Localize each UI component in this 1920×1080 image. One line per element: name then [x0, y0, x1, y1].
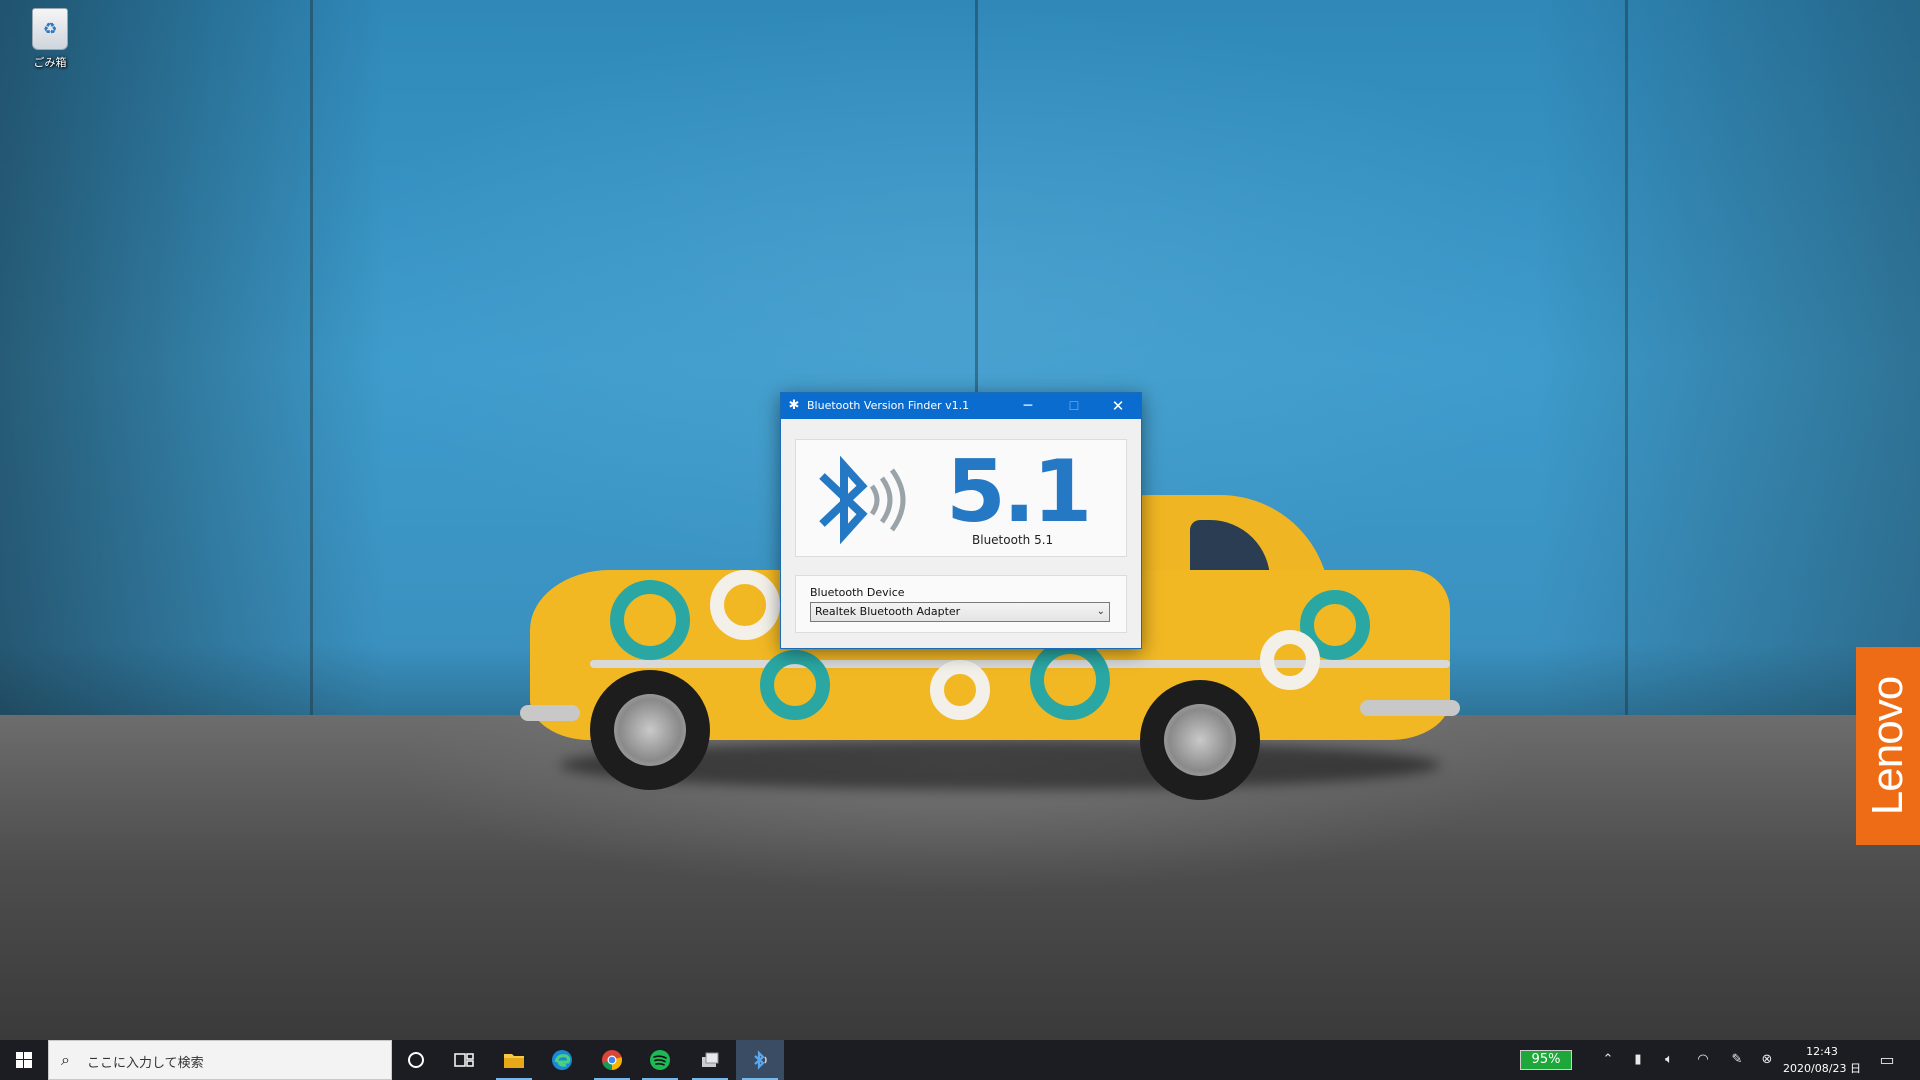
chrome-button[interactable]	[588, 1040, 636, 1080]
car-ring-decoration	[610, 580, 690, 660]
car-wheel	[1140, 680, 1260, 800]
recycle-bin-icon: ♻	[32, 8, 68, 50]
clock-time: 12:43	[1806, 1045, 1838, 1058]
clock-date: 2020/08/23 日	[1783, 1062, 1861, 1075]
pen-icon[interactable]: ✎	[1726, 1051, 1748, 1069]
volume-icon[interactable]: 🔈︎	[1658, 1051, 1680, 1069]
status-icon[interactable]: ⊗	[1758, 1051, 1776, 1069]
device-select[interactable]: Realtek Bluetooth Adapter ⌄	[810, 602, 1110, 622]
file-explorer-icon	[504, 1054, 524, 1068]
chevron-down-icon: ⌄	[1096, 606, 1105, 617]
bluetooth-version-number: 5.1	[946, 442, 1092, 542]
wall-seam	[310, 0, 313, 720]
window-title: Bluetooth Version Finder v1.1	[807, 399, 970, 412]
car-bumper	[520, 705, 580, 721]
car-ring-decoration	[1030, 640, 1110, 720]
title-bar[interactable]: ✱ Bluetooth Version Finder v1.1 ─ ☐ ✕	[781, 393, 1141, 419]
usb-icon[interactable]: ▮	[1628, 1051, 1648, 1069]
file-explorer-button[interactable]	[490, 1040, 538, 1080]
close-button[interactable]: ✕	[1095, 393, 1141, 419]
taskbar: ⌕ ここに入力して検索 95% ⌃ ▮ 🔈︎ ◠ ✎ ⊗ 12:43 2020/…	[0, 1040, 1920, 1080]
taskbar-clock[interactable]: 12:43 2020/08/23 日	[1778, 1043, 1866, 1077]
device-label: Bluetooth Device	[810, 586, 905, 599]
device-select-value: Realtek Bluetooth Adapter	[815, 605, 961, 618]
car-trim	[590, 660, 1450, 668]
car-ring-decoration	[760, 650, 830, 720]
car-ring-decoration	[710, 570, 780, 640]
lenovo-logo: Lenovo	[1856, 647, 1920, 845]
task-view-button[interactable]	[440, 1040, 488, 1080]
edge-icon	[552, 1050, 572, 1070]
spotify-button[interactable]	[636, 1040, 684, 1080]
chrome-icon	[602, 1050, 622, 1070]
start-button[interactable]	[0, 1040, 48, 1080]
car-wheel	[590, 670, 710, 790]
app-icon	[702, 1052, 719, 1067]
edge-button[interactable]	[538, 1040, 586, 1080]
bluetooth-version-finder-window: ✱ Bluetooth Version Finder v1.1 ─ ☐ ✕ 5.…	[780, 392, 1142, 649]
search-icon: ⌕	[61, 1050, 70, 1069]
taskbar-search-box[interactable]: ⌕ ここに入力して検索	[48, 1040, 392, 1080]
car-ring-decoration	[930, 660, 990, 720]
wall-seam	[1625, 0, 1628, 720]
cortana-button[interactable]	[392, 1040, 440, 1080]
recycle-bin-shortcut[interactable]: ♻ ごみ箱	[22, 8, 78, 78]
bluetooth-app-icon: ✱	[788, 398, 800, 413]
bluetooth-signal-icon	[819, 455, 906, 545]
notification-center-icon[interactable]: ▭	[1876, 1050, 1898, 1070]
battery-indicator[interactable]: 95%	[1520, 1050, 1572, 1070]
car-bumper	[1360, 700, 1460, 716]
bluetooth-finder-icon	[754, 1050, 767, 1070]
cortana-icon	[408, 1052, 424, 1068]
recycle-bin-label: ごみ箱	[33, 56, 67, 69]
car-ring-decoration	[1260, 630, 1320, 690]
windows-icon	[16, 1052, 32, 1068]
spotify-icon	[650, 1050, 670, 1070]
minimize-button[interactable]: ─	[1005, 393, 1051, 419]
bluetooth-version-label: Bluetooth 5.1	[972, 533, 1054, 547]
task-view-icon	[454, 1053, 474, 1067]
wifi-icon[interactable]: ◠	[1692, 1051, 1714, 1069]
bluetooth-finder-button[interactable]	[736, 1040, 784, 1080]
version-panel: 5.1 Bluetooth 5.1	[795, 439, 1127, 557]
search-placeholder: ここに入力して検索	[87, 1056, 204, 1071]
device-panel: Bluetooth Device Realtek Bluetooth Adapt…	[795, 575, 1127, 633]
maximize-button[interactable]: ☐	[1051, 393, 1097, 419]
app-button[interactable]	[686, 1040, 734, 1080]
chevron-up-icon[interactable]: ⌃	[1598, 1051, 1618, 1069]
